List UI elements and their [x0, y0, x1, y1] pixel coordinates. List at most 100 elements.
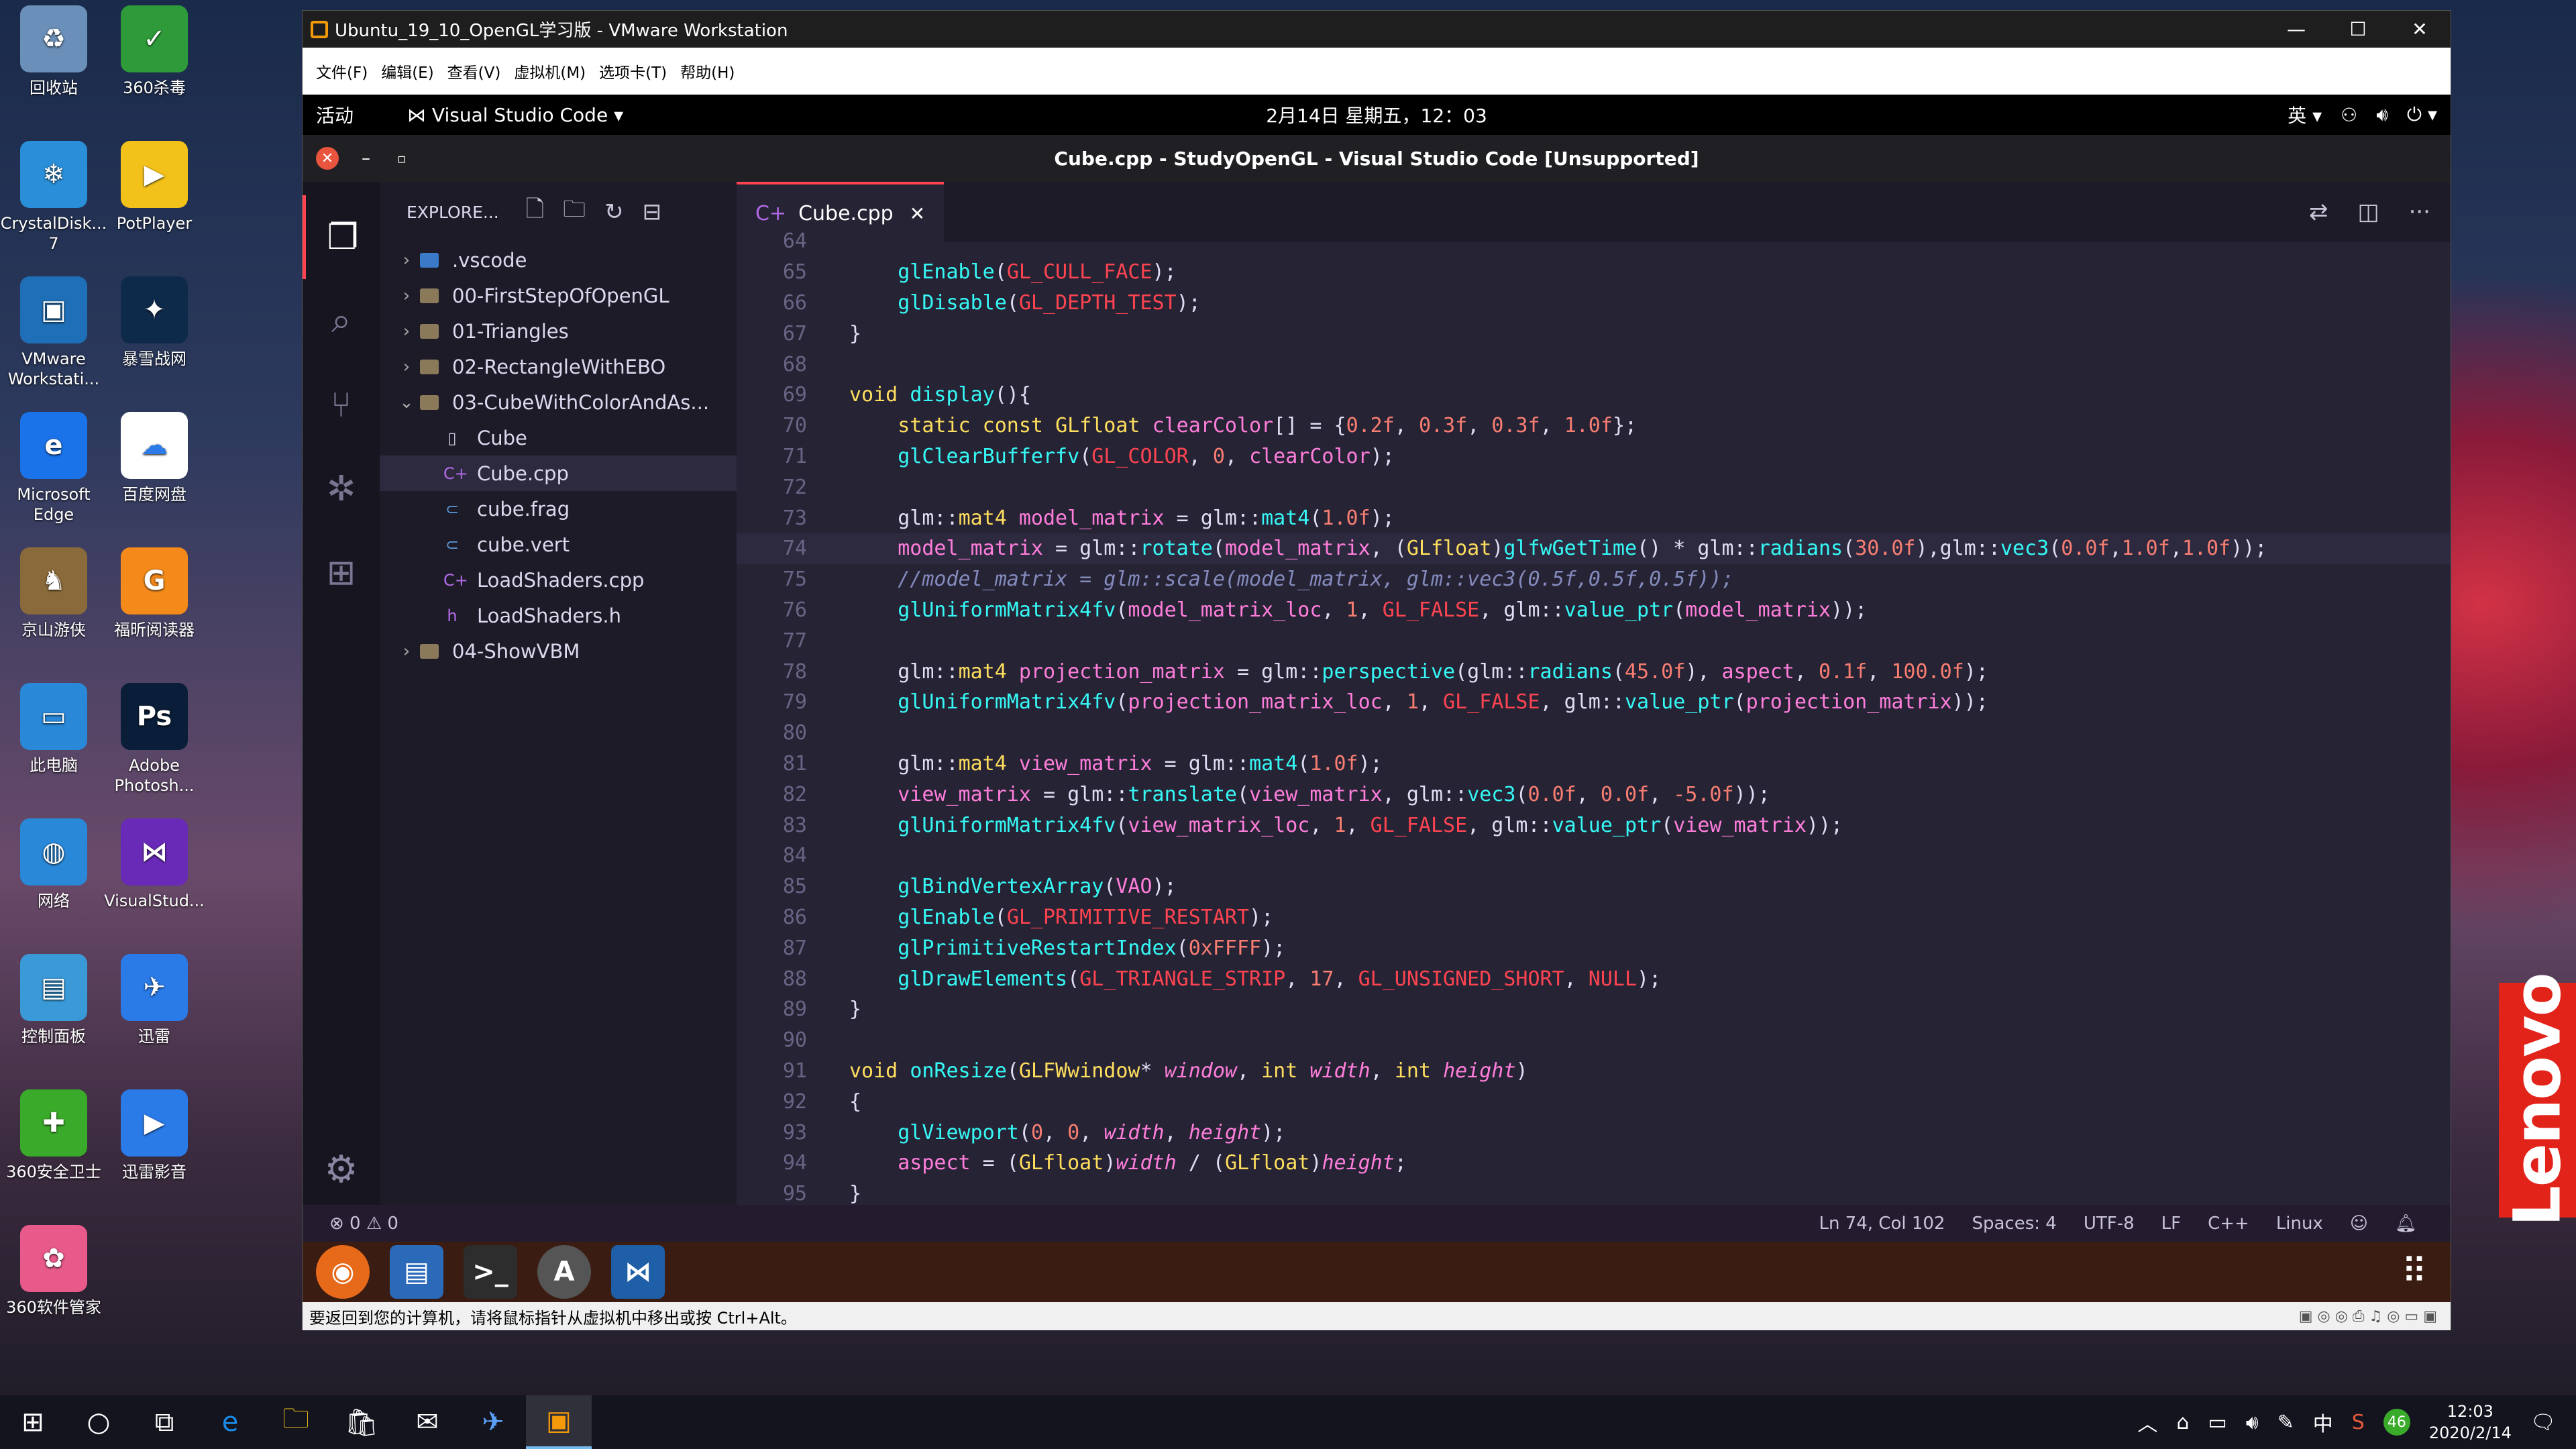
menu-tabs[interactable]: 选项卡(T) [599, 60, 667, 83]
desktop-icon-edge[interactable]: e Microsoft Edge [0, 412, 107, 525]
volume-icon[interactable]: 🔊︎ [2376, 103, 2388, 126]
close-tab-icon[interactable]: ✕ [910, 203, 925, 225]
menu-vm[interactable]: 虚拟机(M) [514, 60, 586, 83]
tree-file[interactable]: ▯ Cube [380, 420, 737, 455]
desktop-icon-thunder[interactable]: ✈ 迅雷 [101, 954, 208, 1046]
store-icon[interactable]: 🛍︎ [329, 1395, 394, 1449]
terminal-icon[interactable]: >_ [464, 1245, 517, 1299]
network-icon[interactable]: ⚇ [2341, 104, 2357, 126]
tray-app-icon[interactable]: ⌂ [2176, 1411, 2189, 1434]
tree-folder[interactable]: › 02-RectangleWithEBO [380, 349, 737, 384]
menu-help[interactable]: 帮助(H) [680, 60, 735, 83]
gear-icon[interactable]: ⚙ [324, 1148, 358, 1191]
tray-ime[interactable]: 中 [2313, 1407, 2333, 1437]
maximize-button[interactable]: ☐ [2327, 18, 2389, 40]
desktop-icon-game[interactable]: ♞ 京山游侠 [0, 547, 107, 640]
new-folder-icon[interactable]: 🗀︎ [563, 193, 586, 231]
compare-changes-icon[interactable]: ⇄ [2309, 199, 2328, 225]
code-line[interactable]: 76 glUniformMatrix4fv(model_matrix_loc, … [737, 595, 2451, 626]
code-line[interactable]: 71 glClearBufferfv(GL_COLOR, 0, clearCol… [737, 441, 2451, 472]
code-editor[interactable]: 64 65 glEnable(GL_CULL_FACE); 66 glDisable… [737, 226, 2451, 1205]
app-menu[interactable]: ⋈ Visual Studio Code ▾ [407, 104, 623, 126]
desktop-icon-potplayer[interactable]: ▶ PotPlayer [101, 141, 208, 233]
source-control-icon[interactable]: ⑂ [303, 363, 380, 447]
collapse-all-icon[interactable]: ⊟ [643, 199, 662, 225]
mail-icon[interactable]: ✉ [394, 1395, 460, 1449]
new-file-icon[interactable]: 🗋︎ [526, 193, 544, 231]
tree-folder[interactable]: › 00-FirstStepOfOpenGL [380, 278, 737, 313]
code-line[interactable]: 68 [737, 349, 2451, 380]
feedback-icon[interactable]: ☺ [2350, 1214, 2368, 1234]
menu-file[interactable]: 文件(F) [316, 60, 368, 83]
code-line[interactable]: 81 glm::mat4 view_matrix = glm::mat4(1.0… [737, 749, 2451, 780]
explorer-icon[interactable]: ❐ [303, 195, 380, 279]
code-line[interactable]: 69 void display(){ [737, 380, 2451, 411]
desktop-icon-thunder-player[interactable]: ▶ 迅雷影音 [101, 1089, 208, 1182]
code-line[interactable]: 93 glViewport(0, 0, width, height); [737, 1117, 2451, 1148]
vscode-restore-button[interactable]: ▫ [397, 150, 407, 166]
indentation[interactable]: Spaces: 4 [1972, 1214, 2056, 1234]
desktop-icon-crystal-disk[interactable]: ❄ CrystalDisk... 7 [0, 141, 107, 254]
code-line[interactable]: 64 [737, 226, 2451, 257]
code-line[interactable]: 66 glDisable(GL_DEPTH_TEST); [737, 288, 2451, 319]
code-line[interactable]: 78 glm::mat4 projection_matrix = glm::pe… [737, 656, 2451, 687]
menu-view[interactable]: 查看(V) [447, 60, 501, 83]
code-line[interactable]: 82 view_matrix = glm::translate(view_mat… [737, 779, 2451, 810]
desktop-icon-360-safe[interactable]: ✚ 360安全卫士 [0, 1089, 107, 1182]
split-editor-icon[interactable]: ◫ [2357, 199, 2379, 225]
search-circle-icon[interactable]: ○ [66, 1395, 131, 1449]
code-line[interactable]: 75 //model_matrix = glm::scale(model_mat… [737, 564, 2451, 595]
refresh-icon[interactable]: ↻ [604, 199, 624, 225]
code-line[interactable]: 92 { [737, 1086, 2451, 1117]
tree-folder[interactable]: › 01-Triangles [380, 313, 737, 349]
desktop-icon-network[interactable]: ◍ 网络 [0, 818, 107, 911]
power-icon[interactable]: ⏻ ▾ [2407, 103, 2437, 126]
software-updater-icon[interactable]: A [537, 1245, 591, 1299]
cursor-position[interactable]: Ln 74, Col 102 [1819, 1214, 1945, 1234]
code-line[interactable]: 65 glEnable(GL_CULL_FACE); [737, 257, 2451, 288]
edge-taskbar-icon[interactable]: e [197, 1395, 263, 1449]
desktop-icon-shield[interactable]: ✓ 360杀毒 [101, 5, 208, 98]
activities-button[interactable]: 活动 [316, 101, 354, 128]
notifications-bell-icon[interactable]: 🔔︎ [2395, 1214, 2417, 1234]
thunder-taskbar-icon[interactable]: ✈ [460, 1395, 526, 1449]
code-line[interactable]: 86 glEnable(GL_PRIMITIVE_RESTART); [737, 902, 2451, 933]
code-line[interactable]: 70 static const GLfloat clearColor[] = {… [737, 411, 2451, 441]
code-line[interactable]: 85 glBindVertexArray(VAO); [737, 871, 2451, 902]
firefox-icon[interactable]: ◉ [316, 1245, 370, 1299]
desktop-icon-computer[interactable]: ▭ 此电脑 [0, 683, 107, 775]
minimize-button[interactable]: — [2265, 18, 2327, 40]
action-center-icon[interactable]: 🗨︎ [2530, 1411, 2556, 1434]
tree-file[interactable]: h LoadShaders.h [380, 598, 737, 633]
tree-file[interactable]: ⊂ cube.vert [380, 527, 737, 562]
files-icon[interactable]: ▤ [390, 1245, 443, 1299]
tray-volume-icon[interactable]: 🔊︎ [2246, 1411, 2259, 1434]
tree-folder[interactable]: ⌄ 03-CubeWithColorAndAs... [380, 384, 737, 420]
tree-folder[interactable]: › 04-ShowVBM [380, 633, 737, 669]
code-line[interactable]: 89} [737, 994, 2451, 1025]
code-line[interactable]: 94 aspect = (GLfloat)width / (GLfloat)he… [737, 1148, 2451, 1179]
code-line[interactable]: 90 [737, 1025, 2451, 1056]
taskbar-clock[interactable]: 12:03 2020/2/14 [2429, 1401, 2512, 1444]
debug-icon[interactable]: ✲ [303, 447, 380, 531]
tray-overflow-icon[interactable]: ︿ [2137, 1407, 2157, 1437]
desktop-icon-control-panel[interactable]: ▤ 控制面板 [0, 954, 107, 1046]
code-line[interactable]: 67} [737, 318, 2451, 349]
code-line[interactable]: 73 glm::mat4 model_matrix = glm::mat4(1.… [737, 502, 2451, 533]
tree-file[interactable]: ⊂ cube.frag [380, 491, 737, 527]
tray-sogou-icon[interactable]: S [2352, 1411, 2365, 1434]
tree-folder[interactable]: › .vscode [380, 242, 737, 278]
vmware-taskbar-icon[interactable]: ▣ [526, 1395, 592, 1449]
code-line[interactable]: 95} [737, 1179, 2451, 1205]
desktop-icon-battlenet[interactable]: ✦ 暴雪战网 [101, 276, 208, 369]
search-icon[interactable]: ⌕ [303, 279, 380, 363]
language-mode[interactable]: C++ [2208, 1214, 2249, 1234]
tray-network-icon[interactable]: ▭ [2208, 1411, 2226, 1434]
problems-indicator[interactable]: ⊗ 0 ⚠ 0 [329, 1214, 398, 1234]
vm-device-icons[interactable]: ▣ ◎ ◎ ⎙ ♫ ◎ ▭ ▣ [2299, 1308, 2437, 1325]
close-button[interactable]: ✕ [2389, 18, 2451, 40]
desktop-icon-360-software[interactable]: ✿ 360软件管家 [0, 1225, 107, 1318]
tray-360-badge[interactable]: 46 [2383, 1409, 2410, 1436]
more-actions-icon[interactable]: ··· [2409, 199, 2430, 225]
end-of-line[interactable]: LF [2161, 1214, 2181, 1234]
